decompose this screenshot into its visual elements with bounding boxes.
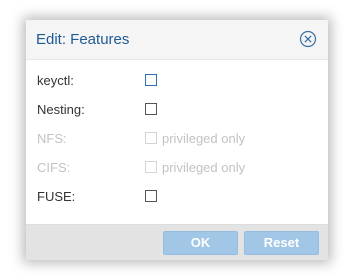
nfs-privileged-note: privileged only (162, 131, 246, 146)
dialog-title: Edit: Features (36, 31, 130, 48)
ok-button[interactable]: OK (163, 231, 238, 255)
field-row-nesting: Nesting: (37, 100, 317, 120)
keyctl-checkbox[interactable] (145, 74, 157, 86)
fuse-label: FUSE: (37, 189, 76, 204)
nfs-checkbox (145, 132, 157, 144)
field-row-nfs: NFS: privileged only (37, 129, 317, 149)
cifs-privileged-note: privileged only (162, 160, 246, 175)
dialog-footer: OK Reset (26, 224, 328, 260)
nesting-checkbox[interactable] (145, 103, 157, 115)
reset-button[interactable]: Reset (244, 231, 319, 255)
field-row-keyctl: keyctl: (37, 71, 317, 91)
nesting-label: Nesting: (37, 102, 85, 117)
fuse-checkbox[interactable] (145, 190, 157, 202)
close-icon[interactable] (299, 30, 317, 48)
keyctl-label: keyctl: (37, 73, 74, 88)
field-row-fuse: FUSE: (37, 187, 317, 207)
field-row-cifs: CIFS: privileged only (37, 158, 317, 178)
dialog-header: Edit: Features (26, 20, 328, 60)
edit-features-dialog: Edit: Features keyctl: Nesting: NFS: pri… (26, 20, 328, 260)
cifs-checkbox (145, 161, 157, 173)
cifs-label: CIFS: (37, 160, 71, 175)
nfs-label: NFS: (37, 131, 67, 146)
